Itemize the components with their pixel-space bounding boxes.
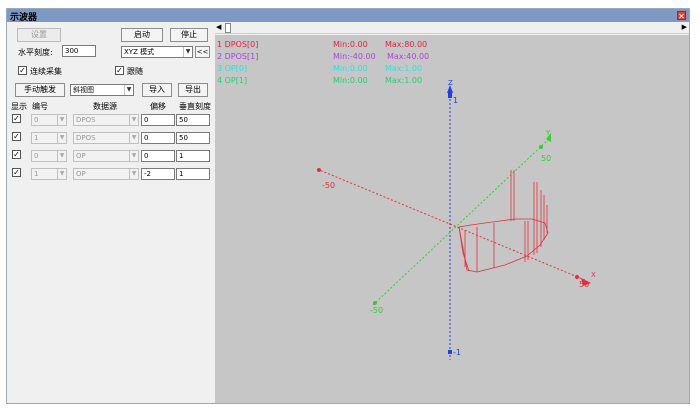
z-bottom-label: -1 [453,348,461,357]
z-axis-name: Z [448,79,453,87]
chevron-down-icon: ▼ [129,115,138,125]
row-3-source-select[interactable]: OP ▼ [73,168,139,180]
legend-min-1: Min:-40.00 [333,52,376,61]
row-1-show-checkbox[interactable]: ✓ [12,132,21,141]
row-0-source: DPOS [76,116,96,124]
export-button[interactable]: 导出 [178,83,208,97]
horizontal-scrollbar[interactable]: ◀ ▶ [215,22,689,34]
h-scale-label: 水平刻度: [18,48,53,57]
legend-max-1: Max:40.00 [387,52,429,61]
legend-name-2: 3 OP[0] [217,64,247,73]
chevron-down-icon: ▼ [57,169,66,179]
follow-checkbox[interactable]: ✓ [115,66,124,75]
row-0-id: 0 [34,116,39,124]
close-icon[interactable]: ✕ [677,11,686,21]
row-1-source: DPOS [76,134,96,142]
header-scale: 垂直刻度 [179,102,211,111]
chevron-down-icon: ▼ [57,133,66,143]
row-3-show-checkbox[interactable]: ✓ [12,168,21,177]
row-2-show-checkbox[interactable]: ✓ [12,150,21,159]
collapse-button[interactable]: << [195,46,210,58]
z-top-marker [448,91,452,98]
chevron-down-icon: ▼ [124,85,133,95]
title-bar: 示波器 ✕ [7,9,689,23]
row-0-scale-input[interactable]: 50 [176,114,210,126]
row-1-id: 1 [34,134,39,142]
y-axis-name: Y [545,129,551,137]
xyz-plot-area[interactable]: 1 DPOS[0] Min:0.00 Max:80.00 2 DPOS[1] M… [215,35,689,403]
y-axis-line [372,138,550,306]
row-1-offset-input[interactable]: 0 [141,132,175,144]
scrollbar-thumb[interactable] [225,23,231,33]
view-select[interactable]: 斜视图 ▼ [70,84,134,96]
legend-name-0: 1 DPOS[0] [217,40,258,49]
continuous-checkbox[interactable]: ✓ [18,66,27,75]
row-1-id-select[interactable]: 1 ▼ [31,132,67,144]
chevron-down-icon: ▼ [129,133,138,143]
manual-trigger-button[interactable]: 手动触发 [15,83,65,97]
legend-max-2: Max:1.00 [385,64,422,73]
chevron-down-icon: ▼ [57,115,66,125]
mode-select-value: XYZ 模式 [124,48,155,56]
legend-min-3: Min:0.00 [333,76,368,85]
row-0-source-select[interactable]: DPOS ▼ [73,114,139,126]
disabled-settings-button[interactable]: 设置 [17,28,61,42]
x-axis-line [316,168,586,281]
legend-name-1: 2 DPOS[1] [217,52,258,61]
y-top-label: 50 [541,154,551,163]
y-bottom-marker [373,301,377,305]
legend-max-3: Max:1.00 [385,76,422,85]
follow-label: 跟随 [127,67,143,76]
row-1-source-select[interactable]: DPOS ▼ [73,132,139,144]
trace-path [458,170,549,273]
start-button[interactable]: 启动 [121,28,163,42]
row-3-offset-input[interactable]: -2 [141,168,175,180]
h-scale-input[interactable]: 300 [62,45,96,57]
y-top-marker [539,145,543,149]
view-select-value: 斜视图 [73,86,94,94]
z-top-label: 1 [453,96,458,105]
stop-button[interactable]: 停止 [170,28,208,42]
header-show: 显示 [11,102,27,111]
x-right-marker [575,275,579,279]
xyz-plot-svg: 1 DPOS[0] Min:0.00 Max:80.00 2 DPOS[1] M… [217,40,596,360]
legend-min-0: Min:0.00 [333,40,368,49]
row-3-source: OP [76,170,86,178]
control-panel: 设置 启动 停止 水平刻度: 300 XYZ 模式 ▼ << ✓ 连续采集 ✓ … [7,22,215,403]
continuous-label: 连续采集 [30,67,62,76]
scroll-left-icon[interactable]: ◀ [216,23,221,31]
scroll-right-icon[interactable]: ▶ [682,23,687,31]
row-3-id: 1 [34,170,39,178]
header-offset: 偏移 [150,102,166,111]
row-2-id: 0 [34,152,39,160]
z-bottom-marker [448,350,452,354]
y-bottom-label: -50 [370,306,383,315]
row-3-scale-input[interactable]: 1 [176,168,210,180]
import-button[interactable]: 导入 [142,83,172,97]
row-2-id-select[interactable]: 0 ▼ [31,150,67,162]
row-1-scale-input[interactable]: 50 [176,132,210,144]
mode-select[interactable]: XYZ 模式 ▼ [121,46,193,58]
row-2-source: OP [76,152,86,160]
row-3-id-select[interactable]: 1 ▼ [31,168,67,180]
row-2-scale-input[interactable]: 1 [176,150,210,162]
x-left-marker [317,168,321,172]
row-2-offset-input[interactable]: 0 [141,150,175,162]
header-id: 编号 [32,102,48,111]
legend-max-0: Max:80.00 [385,40,427,49]
chevron-down-icon: ▼ [57,151,66,161]
row-2-source-select[interactable]: OP ▼ [73,150,139,162]
header-source: 数据源 [93,102,117,111]
x-axis-name: X [591,271,596,279]
row-0-show-checkbox[interactable]: ✓ [12,114,21,123]
row-0-id-select[interactable]: 0 ▼ [31,114,67,126]
x-left-label: -50 [322,181,335,190]
legend-min-2: Min:0.00 [333,64,368,73]
chevron-down-icon: ▼ [183,47,192,57]
oscilloscope-window: 示波器 ✕ 设置 启动 停止 水平刻度: 300 XYZ 模式 ▼ << ✓ 连… [6,8,690,404]
row-0-offset-input[interactable]: 0 [141,114,175,126]
chevron-down-icon: ▼ [129,169,138,179]
chevron-down-icon: ▼ [129,151,138,161]
legend-name-3: 4 OP[1] [217,76,247,85]
